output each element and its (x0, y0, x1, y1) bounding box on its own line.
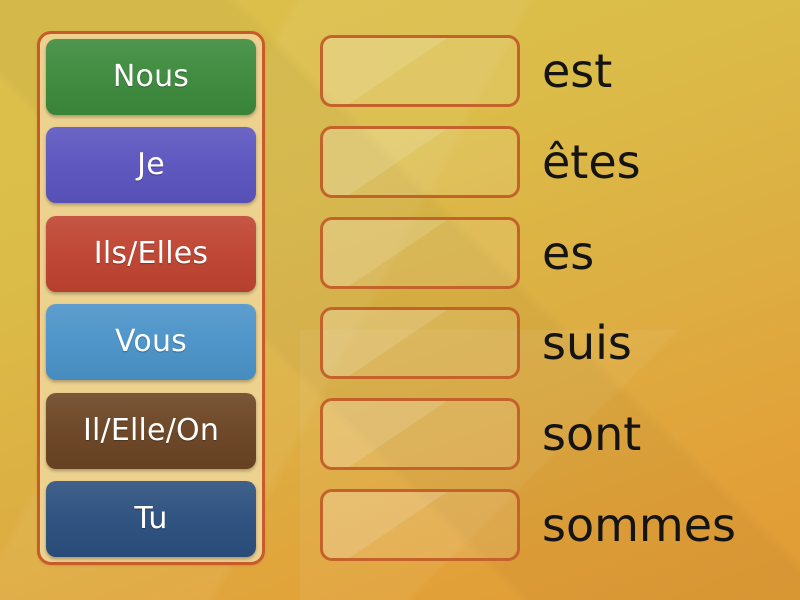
answer-word: sommes (542, 497, 736, 552)
dropzone-suis[interactable] (320, 307, 520, 380)
tile-label: Tu (134, 500, 168, 536)
tile-label: Ils/Elles (93, 235, 209, 271)
draggable-tile-nous[interactable]: Nous (46, 39, 256, 115)
dropzone-est[interactable] (320, 35, 520, 107)
answer-word: êtes (542, 134, 641, 189)
dropzone-es[interactable] (320, 216, 520, 289)
draggable-tile-tu[interactable]: Tu (46, 480, 256, 557)
answer-column: est êtes es suis sont sommes (320, 31, 770, 565)
tile-label: Je (137, 147, 165, 183)
draggable-tile-ils-elles[interactable]: Ils/Elles (46, 215, 256, 292)
activity-stage: Nous Je Ils/Elles Vous Il/Elle/On Tu est… (0, 0, 800, 600)
answer-row: suis (320, 303, 770, 383)
dropzone-etes[interactable] (320, 125, 520, 198)
answer-word: est (542, 44, 613, 98)
answer-row: sommes (320, 485, 770, 565)
dropzone-sont[interactable] (320, 398, 520, 471)
answer-word: suis (542, 316, 632, 371)
draggable-tile-panel: Nous Je Ils/Elles Vous Il/Elle/On Tu (37, 31, 265, 565)
answer-row: êtes (320, 122, 770, 202)
draggable-tile-je[interactable]: Je (46, 127, 256, 204)
answer-word: es (542, 225, 595, 280)
answer-row: est (320, 31, 770, 111)
tile-label: Vous (115, 324, 187, 360)
draggable-tile-vous[interactable]: Vous (46, 304, 256, 381)
tile-label: Nous (112, 59, 190, 94)
dropzone-sommes[interactable] (320, 488, 520, 561)
answer-word: sont (542, 407, 642, 462)
draggable-tile-il-elle-on[interactable]: Il/Elle/On (46, 392, 256, 469)
answer-row: sont (320, 394, 770, 474)
tile-label: Il/Elle/On (82, 412, 220, 448)
answer-row: es (320, 213, 770, 293)
